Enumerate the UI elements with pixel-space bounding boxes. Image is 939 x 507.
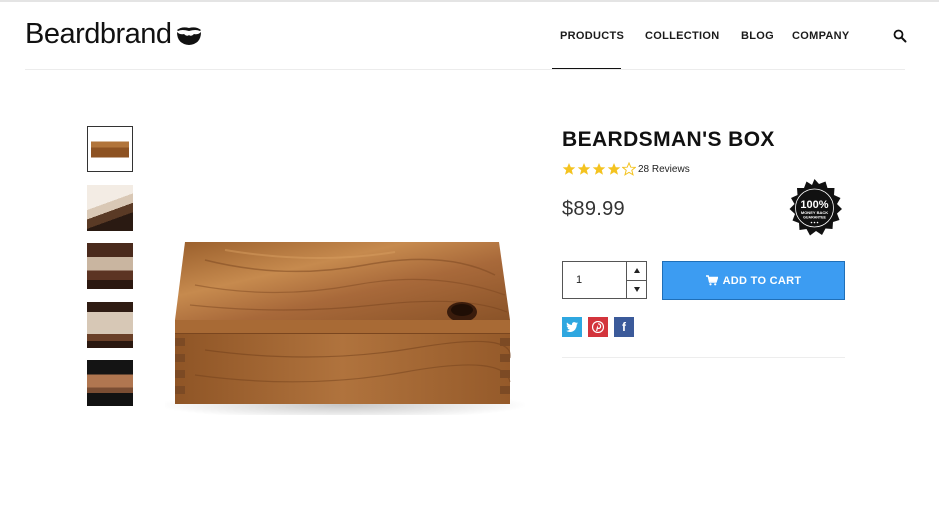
product-price: $89.99 xyxy=(562,198,625,220)
add-to-cart-label: ADD TO CART xyxy=(722,274,802,287)
header-divider xyxy=(25,69,905,70)
star-full-icon xyxy=(592,163,606,175)
cart-icon xyxy=(705,275,718,286)
nav-company[interactable]: COMPANY xyxy=(782,0,854,70)
star-full-icon xyxy=(607,163,621,175)
money-back-guarantee-badge: 100% MONEY BACK GUARANTEE xyxy=(789,179,842,236)
product-main-image xyxy=(165,242,525,415)
beard-icon xyxy=(176,27,201,45)
chevron-up-icon xyxy=(633,268,640,274)
pinterest-icon xyxy=(592,321,604,333)
rating[interactable]: 28 Reviews xyxy=(562,162,690,176)
main-nav: PRODUCTS COLLECTION BLOG COMPANY xyxy=(550,0,854,70)
share-facebook-button[interactable]: f xyxy=(614,317,634,337)
product-title: BEARDSMAN'S BOX xyxy=(562,128,775,151)
quantity-increase-button[interactable] xyxy=(627,262,646,281)
add-to-cart-button[interactable]: ADD TO CART xyxy=(662,261,845,300)
thumbnail-4[interactable] xyxy=(87,302,133,348)
badge-line-2: MONEY BACK xyxy=(801,210,828,215)
thumbnail-5[interactable] xyxy=(87,360,133,406)
thumbnail-image xyxy=(87,243,133,289)
thumbnail-image xyxy=(87,360,133,406)
star-full-icon xyxy=(562,163,576,175)
logo-text: Beardbrand xyxy=(25,18,172,50)
star-empty-icon xyxy=(622,162,636,176)
brand-logo[interactable]: Beardbrand xyxy=(25,17,203,51)
nav-blog[interactable]: BLOG xyxy=(731,0,781,70)
share-pinterest-button[interactable] xyxy=(588,317,608,337)
nav-products[interactable]: PRODUCTS xyxy=(550,0,624,70)
quantity-input[interactable]: 1 xyxy=(563,262,626,298)
badge-star-icons xyxy=(810,221,819,224)
thumbnail-image xyxy=(91,130,129,168)
quantity-arrows xyxy=(626,262,646,298)
twitter-icon xyxy=(566,322,578,332)
search-icon[interactable] xyxy=(893,29,907,43)
facebook-icon: f xyxy=(622,320,626,334)
thumbnail-2[interactable] xyxy=(87,185,133,231)
thumbnail-image xyxy=(87,185,133,231)
info-divider xyxy=(562,357,845,358)
nav-collection[interactable]: COLLECTION xyxy=(635,0,731,70)
thumbnail-3[interactable] xyxy=(87,243,133,289)
badge-line-3: GUARANTEE xyxy=(803,216,826,220)
thumbnail-image xyxy=(87,302,133,348)
chevron-down-icon xyxy=(633,286,640,292)
quantity-stepper[interactable]: 1 xyxy=(562,261,647,299)
star-full-icon xyxy=(577,163,591,175)
reviews-link[interactable]: 28 Reviews xyxy=(638,164,690,175)
quantity-decrease-button[interactable] xyxy=(627,281,646,299)
share-twitter-button[interactable] xyxy=(562,317,582,337)
thumbnail-1[interactable] xyxy=(87,126,133,172)
